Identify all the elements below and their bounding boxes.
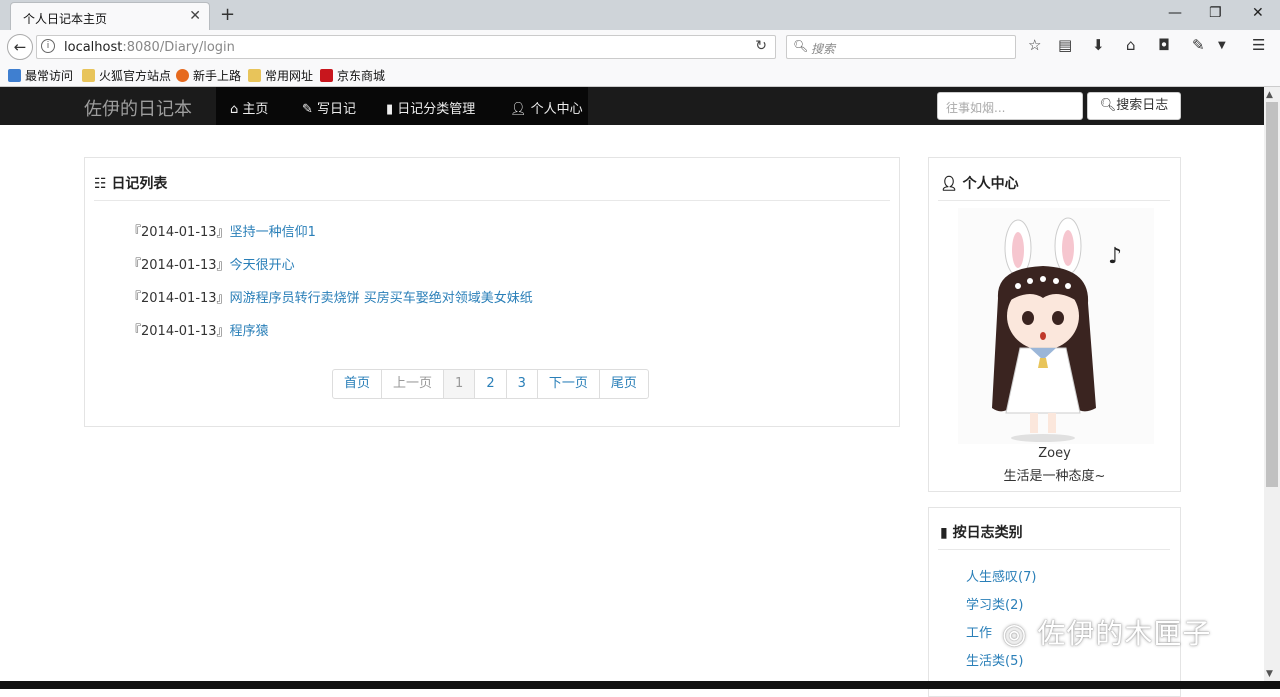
page-3[interactable]: 3 <box>507 370 538 398</box>
search-icon: 🔍︎ <box>1099 98 1117 113</box>
url-text: localhost:8080/Diary/login <box>64 40 235 55</box>
scroll-up-icon[interactable]: ▲ <box>1266 90 1273 100</box>
entry-link[interactable]: 今天很开心 <box>230 258 295 273</box>
bookmark-item[interactable]: 常用网址 <box>248 67 313 84</box>
watermark: ◎ 佐伊的木匣子 <box>1002 617 1212 650</box>
back-arrow-icon[interactable]: ← <box>7 34 33 60</box>
entry-link[interactable]: 坚持一种信仰1 <box>230 225 316 240</box>
nav-items: ⌂ 主页 ✎ 写日记 ▮ 日记分类管理 👤︎ 个人中心 <box>216 87 588 125</box>
divider <box>938 549 1170 550</box>
user-icon: 👤︎ <box>510 102 531 117</box>
restore-icon[interactable]: ❐ <box>1209 5 1222 21</box>
category-item[interactable]: 工作 <box>966 622 992 641</box>
reading-list-icon[interactable]: ▤ <box>1058 36 1072 54</box>
pencil-icon: ✎ <box>302 102 318 117</box>
tab-title: 个人日记本主页 <box>23 12 108 26</box>
address-bar[interactable]: i localhost:8080/Diary/login ↻ <box>36 35 776 59</box>
user-icon: 👤︎ <box>940 176 963 192</box>
page-first[interactable]: 首页 <box>333 370 383 398</box>
reload-icon[interactable]: ↻ <box>755 38 767 54</box>
nav-home[interactable]: ⌂ 主页 <box>230 98 268 117</box>
nav-personal-center[interactable]: 👤︎ 个人中心 <box>510 98 583 117</box>
page-next[interactable]: 下一页 <box>538 370 600 398</box>
search-diary-button[interactable]: 🔍︎搜索日志 <box>1087 92 1181 120</box>
entry-link[interactable]: 程序猿 <box>230 324 269 339</box>
divider <box>938 200 1170 201</box>
entry-date: 『2014-01-13』 <box>128 258 230 273</box>
category-item[interactable]: 人生感叹(7) <box>966 566 1036 585</box>
profile-title: 👤︎ 个人中心 <box>940 176 1019 192</box>
browser-toolbar: ← i localhost:8080/Diary/login ↻ 🔍︎ 搜索 <box>0 30 1280 63</box>
profile-name: Zoey <box>1038 446 1071 461</box>
pagination: 首页 上一页 1 2 3 下一页 尾页 <box>332 369 649 399</box>
bookmark-item[interactable]: 最常访问 <box>8 67 73 84</box>
scroll-down-icon[interactable]: ▼ <box>1266 669 1273 679</box>
diary-entry: 『2014-01-13』网游程序员转行卖烧饼 买房买车娶绝对领域美女妹纸 <box>128 287 533 306</box>
info-icon[interactable]: i <box>41 39 55 53</box>
entry-date: 『2014-01-13』 <box>128 225 230 240</box>
diary-entry: 『2014-01-13』今天很开心 <box>128 254 295 273</box>
star-icon[interactable]: ☆ <box>1028 36 1041 54</box>
svg-text:♪: ♪ <box>1108 244 1122 269</box>
browser-search-input[interactable]: 🔍︎ 搜索 <box>786 35 1016 59</box>
browser-tab[interactable]: 个人日记本主页 ✕ <box>10 2 210 30</box>
home-icon[interactable]: ⌂ <box>1126 36 1136 54</box>
list-icon: ☷ <box>94 176 112 192</box>
profile-motto: 生活是一种态度~ <box>1003 469 1106 484</box>
entry-date: 『2014-01-13』 <box>128 324 230 339</box>
browser-tab-bar: 个人日记本主页 ✕ + — ❐ ✕ <box>0 0 1280 30</box>
book-icon: ▮ <box>940 525 953 541</box>
diary-entry: 『2014-01-13』程序猿 <box>128 320 269 339</box>
browser-search-placeholder: 搜索 <box>811 42 836 56</box>
search-icon: 🔍︎ <box>793 39 809 53</box>
bookmark-item[interactable]: 新手上路 <box>176 67 241 84</box>
category-item[interactable]: 学习类(2) <box>966 594 1023 613</box>
close-window-icon[interactable]: ✕ <box>1252 5 1264 21</box>
bookmark-icon <box>8 69 21 82</box>
wechat-icon: ◎ <box>1002 617 1038 650</box>
entry-link[interactable]: 网游程序员转行卖烧饼 买房买车娶绝对领域美女妹纸 <box>230 291 533 306</box>
diary-search-placeholder: 往事如烟... <box>946 101 1006 115</box>
category-title: ▮ 按日志类别 <box>940 525 1023 541</box>
site-brand[interactable]: 佐伊的日记本 <box>84 95 192 121</box>
os-taskbar <box>0 681 1280 689</box>
extension-icon[interactable]: ✎ <box>1192 36 1205 54</box>
close-tab-icon[interactable]: ✕ <box>189 8 201 24</box>
pocket-icon[interactable]: ◘ <box>1158 36 1170 54</box>
bookmark-item[interactable]: 京东商城 <box>320 67 385 84</box>
scrollbar-thumb[interactable] <box>1266 102 1278 487</box>
nav-category-manage[interactable]: ▮ 日记分类管理 <box>386 98 475 117</box>
folder-icon <box>248 69 261 82</box>
book-icon: ▮ <box>386 102 398 117</box>
dropdown-arrow-icon[interactable]: ▼ <box>1218 40 1226 51</box>
nav-write-diary[interactable]: ✎ 写日记 <box>302 98 356 117</box>
jd-icon <box>320 69 333 82</box>
new-tab-button[interactable]: + <box>220 4 235 25</box>
entry-date: 『2014-01-13』 <box>128 291 230 306</box>
page-prev[interactable]: 上一页 <box>382 370 445 398</box>
category-item[interactable]: 生活类(5) <box>966 650 1023 669</box>
page-2[interactable]: 2 <box>475 370 507 398</box>
home-icon: ⌂ <box>230 102 243 117</box>
firefox-icon <box>176 69 189 82</box>
page-1[interactable]: 1 <box>444 370 476 398</box>
diary-entry: 『2014-01-13』坚持一种信仰1 <box>128 221 316 240</box>
bookmark-item[interactable]: 火狐官方站点 <box>82 67 171 84</box>
minimize-icon[interactable]: — <box>1168 5 1182 21</box>
download-icon[interactable]: ⬇ <box>1092 36 1105 54</box>
avatar: ♪ <box>958 208 1154 444</box>
diary-list-title: ☷ 日记列表 <box>94 176 168 192</box>
divider <box>94 200 890 201</box>
page-last[interactable]: 尾页 <box>600 370 648 398</box>
bookmarks-bar: 最常访问 火狐官方站点 新手上路 常用网址 京东商城 <box>0 63 1280 87</box>
search-diary-label: 搜索日志 <box>1116 98 1169 113</box>
menu-icon[interactable]: ☰ <box>1252 36 1265 54</box>
diary-search-input[interactable]: 往事如烟... <box>937 92 1083 120</box>
folder-icon <box>82 69 95 82</box>
